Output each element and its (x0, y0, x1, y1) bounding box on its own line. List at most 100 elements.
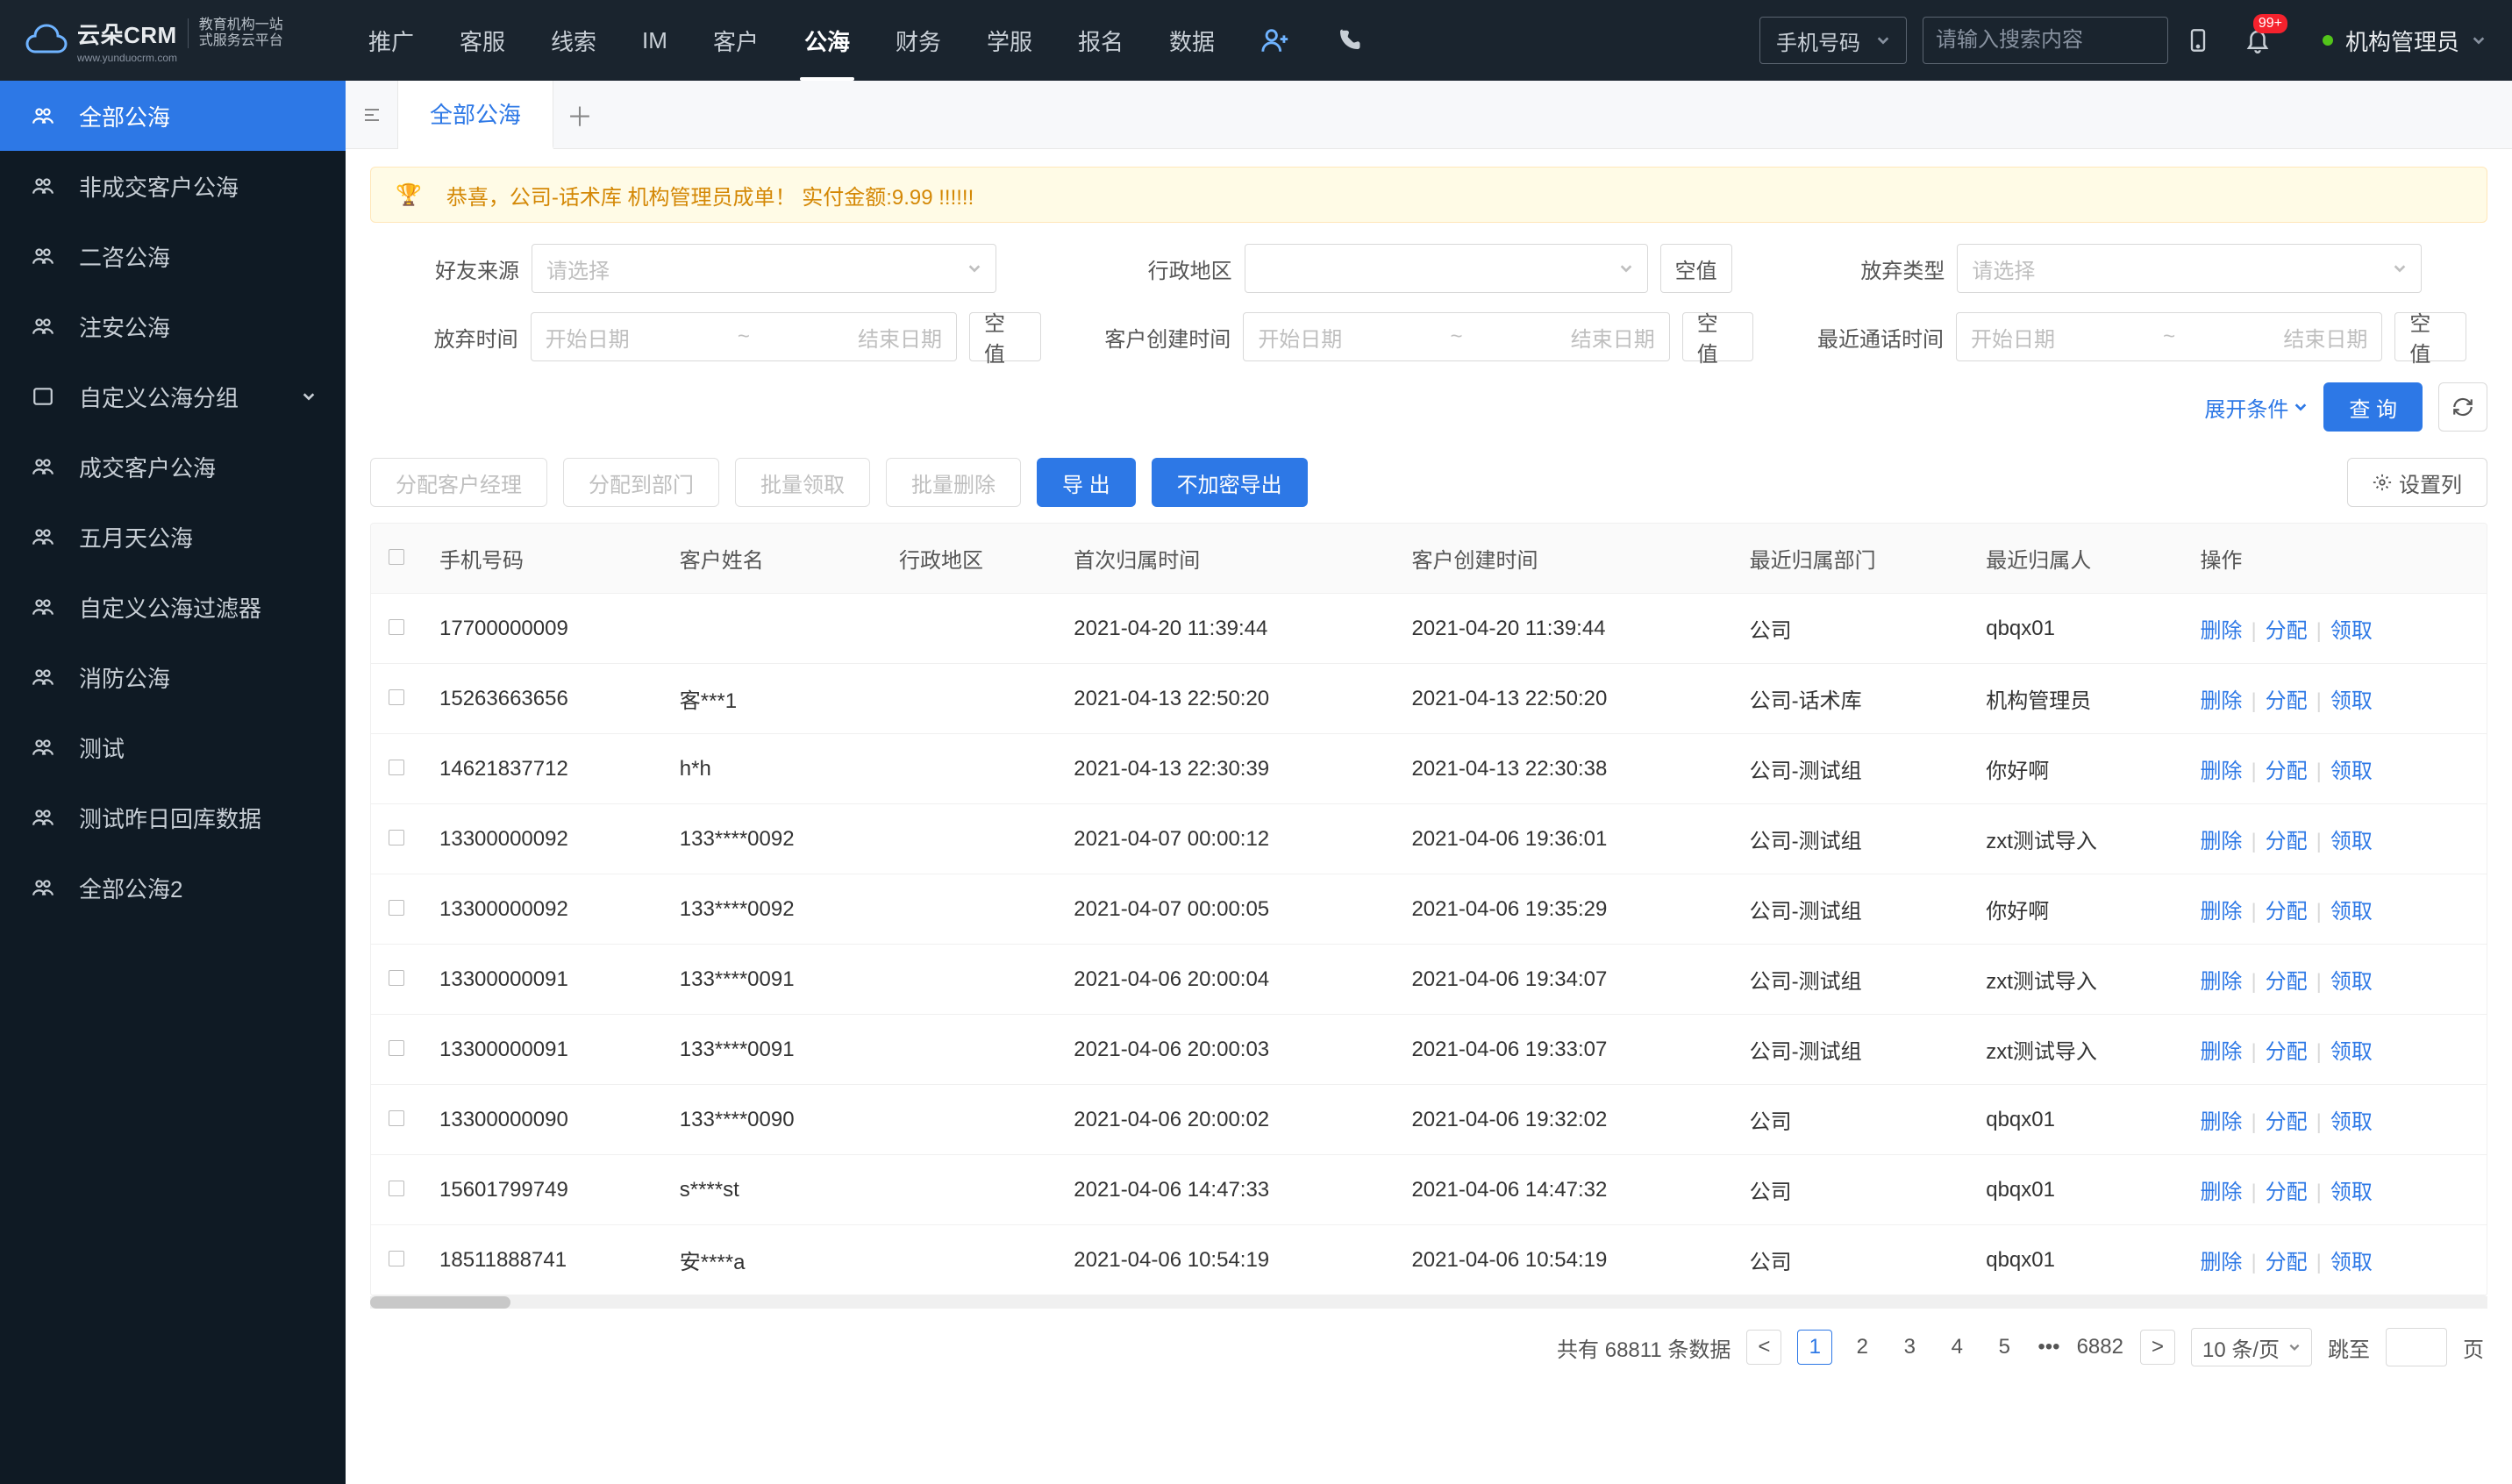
tabbar-collapse-icon[interactable] (346, 81, 398, 148)
refresh-button[interactable] (2438, 382, 2487, 432)
null-value-btn[interactable]: 空值 (1682, 312, 1754, 361)
nav-item-5[interactable]: 公海 (781, 0, 873, 81)
op-claim[interactable]: 领取 (2330, 1251, 2373, 1274)
null-value-btn[interactable]: 空值 (1660, 244, 1732, 293)
op-assign[interactable]: 分配 (2266, 1040, 2308, 1064)
op-delete[interactable]: 删除 (2200, 900, 2242, 924)
sidebar-item-3[interactable]: 注安公海 (0, 291, 346, 361)
row-checkbox[interactable] (389, 619, 404, 635)
tab-all-public[interactable]: 全部公海 (398, 81, 553, 149)
op-assign[interactable]: 分配 (2266, 760, 2308, 783)
friend-source-select[interactable]: 请选择 (532, 244, 996, 293)
sidebar-item-9[interactable]: 测试 (0, 712, 346, 782)
row-checkbox[interactable] (389, 1110, 404, 1126)
phone-icon[interactable] (1313, 0, 1385, 81)
row-checkbox[interactable] (389, 1251, 404, 1266)
op-delete[interactable]: 删除 (2200, 1251, 2242, 1274)
checkbox-all[interactable] (389, 549, 404, 565)
jump-input[interactable] (2386, 1328, 2447, 1366)
assign-dept-button[interactable]: 分配到部门 (563, 458, 719, 507)
sidebar-item-8[interactable]: 消防公海 (0, 642, 346, 712)
nav-item-4[interactable]: 客户 (690, 0, 781, 81)
page-1[interactable]: 1 (1797, 1330, 1832, 1365)
page-3[interactable]: 3 (1892, 1330, 1927, 1365)
page-2[interactable]: 2 (1845, 1330, 1880, 1365)
op-claim[interactable]: 领取 (2330, 1181, 2373, 1204)
nav-item-3[interactable]: IM (619, 0, 690, 81)
op-assign[interactable]: 分配 (2266, 970, 2308, 994)
op-delete[interactable]: 删除 (2200, 689, 2242, 713)
row-checkbox[interactable] (389, 689, 404, 705)
next-page[interactable]: > (2140, 1330, 2175, 1365)
row-checkbox[interactable] (389, 1181, 404, 1196)
op-delete[interactable]: 删除 (2200, 760, 2242, 783)
user-menu[interactable]: 机构管理员 (2323, 25, 2486, 57)
row-checkbox[interactable] (389, 760, 404, 775)
search-type-select[interactable]: 手机号码 (1759, 17, 1907, 64)
op-claim[interactable]: 领取 (2330, 689, 2373, 713)
op-delete[interactable]: 删除 (2200, 970, 2242, 994)
batch-delete-button[interactable]: 批量删除 (886, 458, 1021, 507)
horizontal-scrollbar[interactable] (370, 1296, 2487, 1309)
op-assign[interactable]: 分配 (2266, 830, 2308, 853)
nav-item-0[interactable]: 推广 (346, 0, 437, 81)
page-5[interactable]: 5 (1987, 1330, 2022, 1365)
op-delete[interactable]: 删除 (2200, 830, 2242, 853)
row-checkbox[interactable] (389, 830, 404, 845)
nav-item-2[interactable]: 线索 (528, 0, 619, 81)
add-user-icon[interactable] (1238, 0, 1313, 81)
sidebar-item-1[interactable]: 非成交客户公海 (0, 151, 346, 221)
row-checkbox[interactable] (389, 900, 404, 916)
nav-item-9[interactable]: 数据 (1146, 0, 1238, 81)
op-delete[interactable]: 删除 (2200, 1110, 2242, 1134)
sidebar-item-10[interactable]: 测试昨日回库数据 (0, 782, 346, 853)
page-4[interactable]: 4 (1939, 1330, 1974, 1365)
nav-item-7[interactable]: 学服 (964, 0, 1055, 81)
sidebar-item-7[interactable]: 自定义公海过滤器 (0, 572, 346, 642)
last-page[interactable]: 6882 (2076, 1330, 2124, 1365)
batch-claim-button[interactable]: 批量领取 (735, 458, 870, 507)
sidebar-item-2[interactable]: 二咨公海 (0, 221, 346, 291)
op-claim[interactable]: 领取 (2330, 619, 2373, 643)
op-delete[interactable]: 删除 (2200, 619, 2242, 643)
op-delete[interactable]: 删除 (2200, 1040, 2242, 1064)
sidebar-item-6[interactable]: 五月天公海 (0, 502, 346, 572)
export-button[interactable]: 导 出 (1037, 458, 1136, 507)
tab-add[interactable]: ＋ (553, 81, 606, 148)
nav-item-6[interactable]: 财务 (873, 0, 964, 81)
row-checkbox[interactable] (389, 970, 404, 986)
sidebar-item-11[interactable]: 全部公海2 (0, 853, 346, 923)
search-input[interactable] (1936, 28, 2208, 53)
sidebar-item-0[interactable]: 全部公海 (0, 81, 346, 151)
row-checkbox[interactable] (389, 1040, 404, 1056)
null-value-btn[interactable]: 空值 (969, 312, 1041, 361)
op-assign[interactable]: 分配 (2266, 619, 2308, 643)
export-noenc-button[interactable]: 不加密导出 (1152, 458, 1308, 507)
op-claim[interactable]: 领取 (2330, 900, 2373, 924)
null-value-btn[interactable]: 空值 (2394, 312, 2466, 361)
op-delete[interactable]: 删除 (2200, 1181, 2242, 1204)
expand-filters[interactable]: 展开条件 (2204, 392, 2308, 423)
op-claim[interactable]: 领取 (2330, 760, 2373, 783)
op-assign[interactable]: 分配 (2266, 689, 2308, 713)
op-assign[interactable]: 分配 (2266, 1181, 2308, 1204)
page-size-select[interactable]: 10 条/页 (2191, 1328, 2312, 1366)
set-columns-button[interactable]: 设置列 (2347, 458, 2487, 507)
nav-item-1[interactable]: 客服 (437, 0, 528, 81)
nav-item-8[interactable]: 报名 (1055, 0, 1146, 81)
recent-call-range[interactable]: 开始日期~结束日期 (1956, 312, 2382, 361)
op-assign[interactable]: 分配 (2266, 900, 2308, 924)
op-claim[interactable]: 领取 (2330, 1110, 2373, 1134)
op-claim[interactable]: 领取 (2330, 970, 2373, 994)
abandon-time-range[interactable]: 开始日期~结束日期 (531, 312, 957, 361)
sidebar-item-5[interactable]: 成交客户公海 (0, 432, 346, 502)
op-claim[interactable]: 领取 (2330, 830, 2373, 853)
op-assign[interactable]: 分配 (2266, 1251, 2308, 1274)
admin-area-select[interactable] (1245, 244, 1648, 293)
abandon-type-select[interactable]: 请选择 (1957, 244, 2422, 293)
op-claim[interactable]: 领取 (2330, 1040, 2373, 1064)
query-button[interactable]: 查 询 (2323, 382, 2423, 432)
sidebar-item-4[interactable]: 自定义公海分组 (0, 361, 346, 432)
create-time-range[interactable]: 开始日期~结束日期 (1243, 312, 1669, 361)
bell-icon[interactable]: 99+ (2237, 19, 2279, 61)
